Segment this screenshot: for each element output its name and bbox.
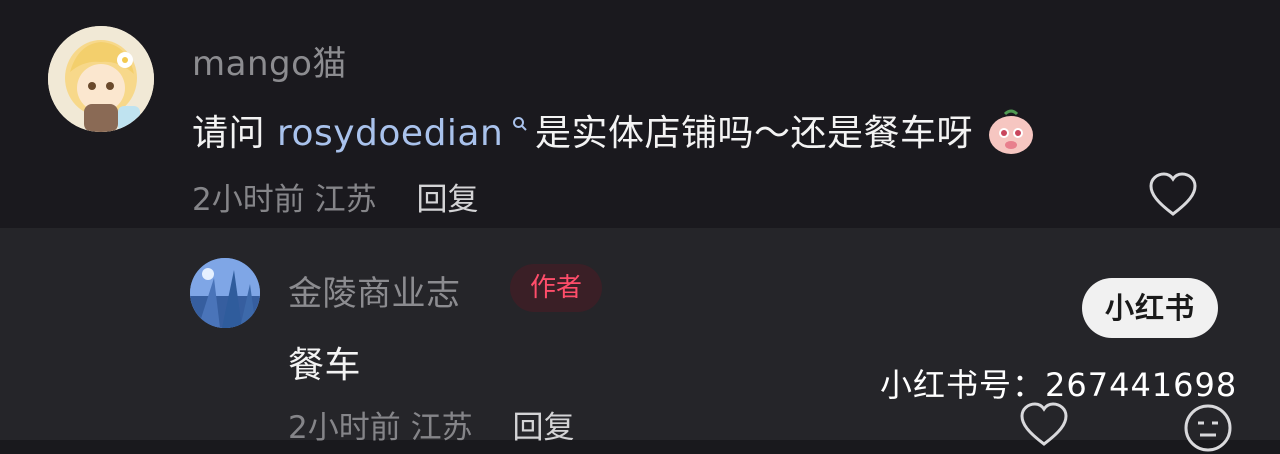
- reply-meta: 2小时前 江苏 回复: [288, 402, 574, 447]
- blushing-face-sticker: [985, 106, 1037, 165]
- reply-block: [0, 228, 1280, 440]
- comment-text-suffix: 是实体店铺吗～还是餐车呀: [535, 113, 974, 154]
- mention-link[interactable]: rosydoedian: [277, 113, 503, 154]
- neutral-face-icon[interactable]: [1182, 402, 1234, 454]
- comment-text: 请问 rosydoedian 是实体店铺吗～还是餐车呀: [192, 104, 1037, 165]
- author-badge: 作者: [510, 264, 602, 312]
- author-avatar[interactable]: [190, 258, 260, 328]
- commenter-username[interactable]: mango猫: [192, 36, 347, 85]
- heart-outline-icon[interactable]: [1147, 170, 1199, 222]
- reply-reply-button[interactable]: 回复: [512, 410, 574, 446]
- xiaohongshu-id: 小红书号：267441698: [880, 366, 1238, 404]
- reply-heart-outline-icon[interactable]: [1018, 400, 1070, 452]
- comment-meta: 2小时前 江苏 回复: [192, 174, 478, 219]
- comment-location: 江苏: [314, 182, 377, 218]
- reply-time: 2小时前: [288, 410, 401, 446]
- comment-reply-button[interactable]: 回复: [416, 182, 478, 218]
- xiaohongshu-logo: 小红书: [1082, 278, 1218, 338]
- search-icon[interactable]: [505, 113, 535, 137]
- comment-time: 2小时前: [192, 182, 305, 218]
- reply-location: 江苏: [410, 410, 473, 446]
- comment-text-prefix: 请问: [192, 113, 277, 154]
- reply-text: 餐车: [288, 345, 362, 386]
- author-username[interactable]: 金陵商业志: [288, 266, 461, 315]
- commenter-avatar[interactable]: [48, 26, 154, 132]
